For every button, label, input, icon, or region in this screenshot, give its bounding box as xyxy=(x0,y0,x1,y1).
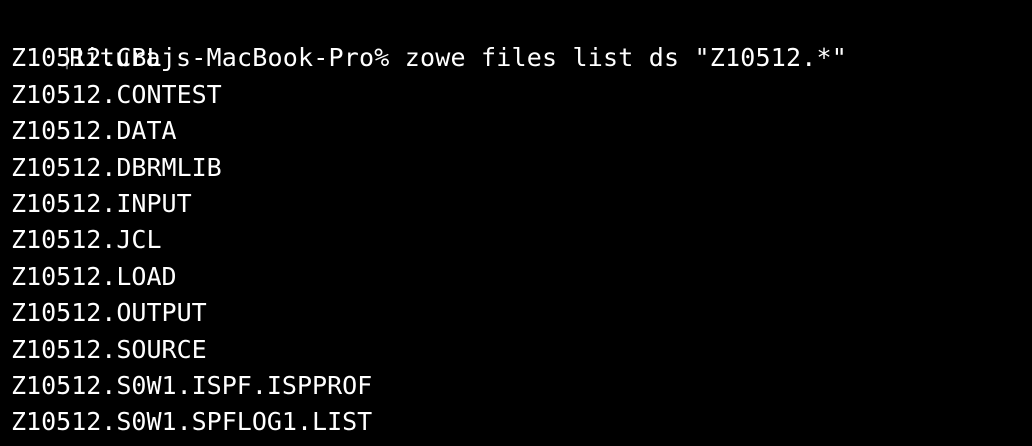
output-line-jcl: Z10512.JCL xyxy=(11,225,162,255)
output-line-dbrmlib: Z10512.DBRMLIB xyxy=(11,152,222,182)
output-line-input: Z10512.INPUT xyxy=(11,188,192,218)
output-line-source: Z10512.SOURCE xyxy=(11,334,207,364)
output-line-output: Z10512.OUTPUT xyxy=(11,298,207,328)
output-line-contest: Z10512.CONTEST xyxy=(11,79,222,109)
command-text: zowe files list ds "Z10512.*" xyxy=(404,43,848,73)
command-prompt-line: [Riturajs-MacBook-Pro% zowe files list d… xyxy=(0,4,1032,72)
output-line-load: Z10512.LOAD xyxy=(11,261,177,291)
terminal-window[interactable]: [Riturajs-MacBook-Pro% zowe files list d… xyxy=(0,0,1032,446)
output-line-ispprof: Z10512.S0W1.ISPF.ISPPROF xyxy=(11,370,373,400)
output-line-data: Z10512.DATA xyxy=(11,116,177,146)
output-line-spflog1: Z10512.S0W1.SPFLOG1.LIST xyxy=(11,407,373,437)
